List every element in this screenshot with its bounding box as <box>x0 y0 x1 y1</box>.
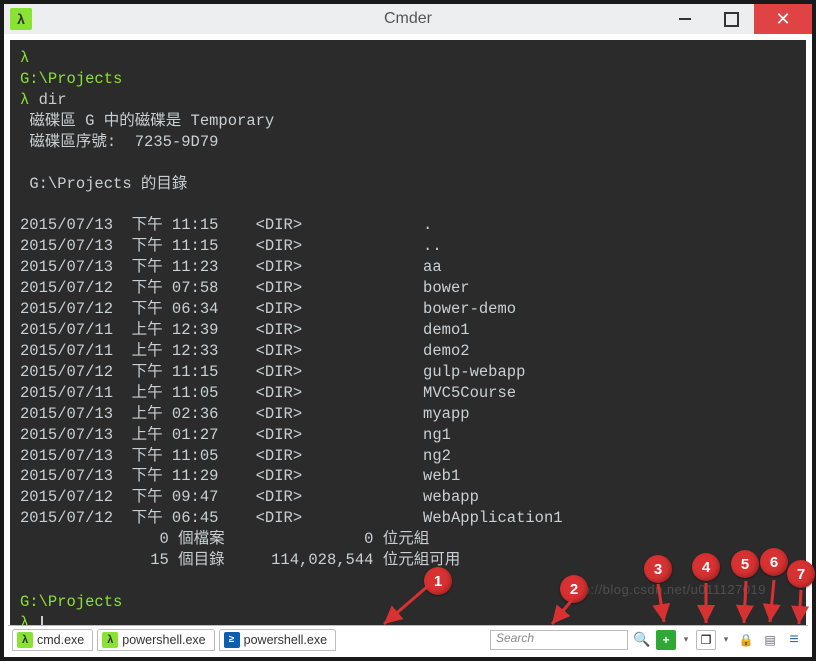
new-tab-button[interactable]: + <box>656 630 676 650</box>
dir-row: 2015/07/13 上午 01:27 <DIR> ng1 <box>20 425 796 446</box>
command-text: dir <box>39 91 67 109</box>
dir-row: 2015/07/12 下午 06:34 <DIR> bower-demo <box>20 299 796 320</box>
callout-7: 7 <box>787 560 815 588</box>
dir-row: 2015/07/13 上午 02:36 <DIR> myapp <box>20 404 796 425</box>
dir-row: 2015/07/11 上午 12:39 <DIR> demo1 <box>20 320 796 341</box>
dir-row: 2015/07/13 下午 11:05 <DIR> ng2 <box>20 446 796 467</box>
notes-icon[interactable]: ▤ <box>760 630 780 650</box>
tabbar: λ cmd.exe λ powershell.exe ≥ powershell.exe 🔍… <box>8 625 808 653</box>
window-split-button[interactable]: ❐ <box>696 630 716 650</box>
dir-row: 2015/07/12 下午 09:47 <DIR> webapp <box>20 487 796 508</box>
titlebar: λ Cmder ✕ <box>4 4 812 34</box>
dir-row: 2015/07/13 下午 11:15 <DIR> . <box>20 215 796 236</box>
console-tab[interactable]: ≥ powershell.exe <box>219 629 336 651</box>
callout-6: 6 <box>760 548 788 576</box>
close-button[interactable]: ✕ <box>754 4 812 34</box>
maximize-button[interactable] <box>708 4 754 34</box>
callout-1: 1 <box>424 567 452 595</box>
window-split-dropdown[interactable]: ▾ <box>720 630 732 650</box>
search-input[interactable] <box>490 630 628 650</box>
prompt-path-2: G:\Projects <box>20 593 122 611</box>
dir-row: 2015/07/13 下午 11:15 <DIR> .. <box>20 236 796 257</box>
callout-2: 2 <box>560 575 588 603</box>
dir-row: 2015/07/11 上午 12:33 <DIR> demo2 <box>20 341 796 362</box>
close-icon: ✕ <box>775 9 790 30</box>
lock-icon[interactable]: 🔒 <box>736 630 756 650</box>
dir-row: 2015/07/13 下午 11:23 <DIR> aa <box>20 257 796 278</box>
dir-row: 2015/07/11 上午 11:05 <DIR> MVC5Course <box>20 383 796 404</box>
dir-row: 2015/07/12 下午 11:15 <DIR> gulp-webapp <box>20 362 796 383</box>
prompt-lambda-2: λ <box>20 91 29 109</box>
summary-files: 0 個檔案 0 位元組 <box>20 529 796 550</box>
lambda-icon: λ <box>17 632 33 648</box>
powershell-icon: ≥ <box>224 632 240 648</box>
terminal[interactable]: λ G:\Projects λ dir 磁碟區 G 中的磁碟是 Temporar… <box>4 34 812 629</box>
dir-row: 2015/07/12 下午 06:45 <DIR> WebApplication… <box>20 508 796 529</box>
menu-icon[interactable]: ≡ <box>784 630 804 650</box>
prompt-lambda: λ <box>20 49 29 67</box>
console-tab[interactable]: λ powershell.exe <box>97 629 214 651</box>
lambda-icon: λ <box>102 632 118 648</box>
volume-line-2: 磁碟區序號: 7235-9D79 <box>20 132 796 153</box>
tab-label: cmd.exe <box>37 633 84 647</box>
volume-line-1: 磁碟區 G 中的磁碟是 Temporary <box>20 111 796 132</box>
prompt-path: G:\Projects <box>20 70 122 88</box>
minimize-button[interactable] <box>662 4 708 34</box>
dir-listing: 2015/07/13 下午 11:15 <DIR> .2015/07/13 下午… <box>20 215 796 529</box>
callout-4: 4 <box>692 553 720 581</box>
window-title: Cmder <box>384 10 432 28</box>
tab-label: powershell.exe <box>244 633 327 647</box>
callout-5: 5 <box>731 550 759 578</box>
dir-row: 2015/07/13 下午 11:29 <DIR> web1 <box>20 466 796 487</box>
tab-label: powershell.exe <box>122 633 205 647</box>
dir-row: 2015/07/12 下午 07:58 <DIR> bower <box>20 278 796 299</box>
app-icon: λ <box>10 8 32 30</box>
watermark: http://blog.csdn.net/u011127019 <box>567 581 766 599</box>
console-tab[interactable]: λ cmd.exe <box>12 629 93 651</box>
new-tab-dropdown[interactable]: ▾ <box>680 630 692 650</box>
callout-3: 3 <box>644 555 672 583</box>
search-icon[interactable]: 🔍 <box>632 630 652 650</box>
summary-dirs: 15 個目錄 114,028,544 位元組可用 <box>20 550 796 571</box>
window-controls: ✕ <box>662 4 812 34</box>
dir-heading: G:\Projects 的目錄 <box>20 174 796 195</box>
